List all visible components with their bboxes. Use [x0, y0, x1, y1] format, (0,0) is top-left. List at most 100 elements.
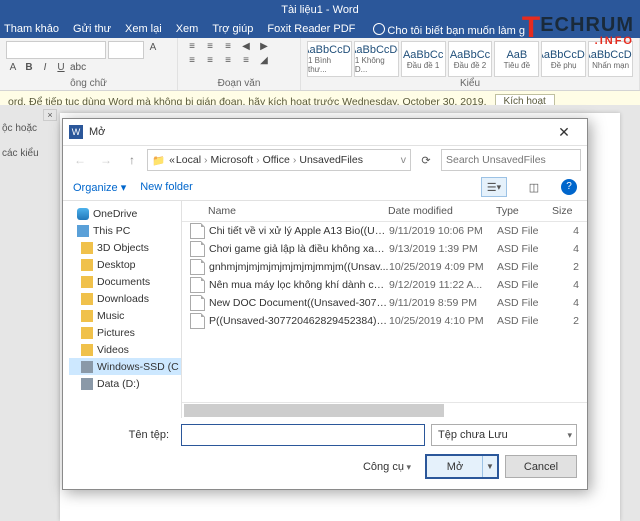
strikethrough-button[interactable]: abc	[70, 61, 84, 75]
style-2[interactable]: AaBbCcĐầu đề 1	[401, 41, 446, 77]
crumb[interactable]: Office	[263, 154, 290, 166]
file-row[interactable]: P((Unsaved-307720462829452384)).asd10/25…	[182, 312, 587, 330]
filename-input[interactable]	[181, 424, 425, 446]
italic-button[interactable]: I	[38, 61, 52, 75]
dialog-toolbar: Organize ▾ New folder ☰▾ ◫ ?	[63, 174, 587, 200]
style-0[interactable]: AaBbCcDd1 Bình thư...	[307, 41, 352, 77]
styles-group-label: Kiểu	[307, 77, 633, 90]
font-group-label: ông chữ	[6, 77, 171, 90]
dialog-title: Mở	[89, 126, 105, 138]
folder-icon: 📁	[152, 154, 165, 167]
justify-button[interactable]: ≡	[238, 55, 254, 69]
address-bar-row: ← → ↑ 📁 « Local› Microsoft› Office› Unsa…	[63, 146, 587, 174]
horizontal-scrollbar[interactable]	[182, 402, 587, 418]
tree-item[interactable]: Videos	[69, 341, 181, 358]
tab-foxit[interactable]: Foxit Reader PDF	[267, 23, 355, 35]
word-icon: W	[69, 125, 83, 139]
font-size-combo[interactable]	[108, 41, 144, 59]
align-right-button[interactable]: ≡	[220, 55, 236, 69]
tree-item[interactable]: Desktop	[69, 256, 181, 273]
pane-close-button[interactable]: ×	[43, 109, 57, 121]
tree-item[interactable]: Downloads	[69, 290, 181, 307]
crumb[interactable]: UnsavedFiles	[299, 154, 363, 166]
file-row[interactable]: New DOC Document((Unsaved-3076323...9/11…	[182, 294, 587, 312]
column-type[interactable]: Type	[496, 205, 552, 217]
filename-label: Tên tệp:	[73, 429, 175, 441]
underline-button[interactable]: U	[54, 61, 68, 75]
refresh-button[interactable]: ⟳	[415, 154, 437, 167]
dropdown-icon[interactable]: v	[401, 154, 406, 166]
cancel-button[interactable]: Cancel	[505, 455, 577, 478]
style-3[interactable]: AaBbCcĐầu đề 2	[448, 41, 493, 77]
file-row[interactable]: Nên mua máy lọc không khí dành cho%2...9…	[182, 276, 587, 294]
tree-item[interactable]: OneDrive	[69, 205, 181, 222]
bullets-button[interactable]: ≡	[184, 41, 200, 55]
shading-button[interactable]: ◢	[256, 55, 272, 69]
up-button[interactable]: ↑	[121, 150, 143, 170]
dialog-close-button[interactable]: ✕	[547, 124, 581, 141]
drive-icon	[81, 259, 93, 271]
tell-me[interactable]: Cho tôi biết bạn muốn làm g	[369, 22, 525, 37]
tab-review[interactable]: Xem lại	[125, 23, 162, 35]
align-left-button[interactable]: ≡	[184, 55, 200, 69]
tab-view[interactable]: Xem	[176, 23, 199, 35]
folder-tree[interactable]: OneDriveThis PC3D ObjectsDesktopDocument…	[63, 201, 181, 418]
drive-icon	[81, 378, 93, 390]
column-name[interactable]: Name	[208, 205, 388, 217]
drive-icon	[81, 327, 93, 339]
column-headers[interactable]: Name Date modified Type Size	[182, 201, 587, 222]
file-row[interactable]: Chi tiết về vi xử lý Apple A13 Bio((Unsa…	[182, 222, 587, 240]
multilevel-button[interactable]: ≡	[220, 41, 236, 55]
forward-button[interactable]: →	[95, 150, 117, 170]
back-button[interactable]: ←	[69, 150, 91, 170]
file-row[interactable]: gnhmjmjmjmjmjmjmjmjmmjm((Unsav...10/25/2…	[182, 258, 587, 276]
drive-icon	[77, 208, 89, 220]
help-button[interactable]: ?	[561, 179, 577, 195]
open-button[interactable]: Mở▼	[425, 454, 499, 479]
tab-references[interactable]: Tham khảo	[4, 23, 59, 35]
lightbulb-icon	[373, 23, 385, 35]
search-input[interactable]	[441, 149, 581, 171]
tree-item[interactable]: Music	[69, 307, 181, 324]
new-folder-button[interactable]: New folder	[140, 181, 193, 193]
tree-item[interactable]: 3D Objects	[69, 239, 181, 256]
bold-button[interactable]: B	[22, 61, 36, 75]
organize-button[interactable]: Organize ▾	[73, 181, 126, 194]
column-size[interactable]: Size	[552, 205, 587, 217]
tree-item[interactable]: Documents	[69, 273, 181, 290]
tree-item[interactable]: Windows-SSD (C	[69, 358, 181, 375]
align-center-button[interactable]: ≡	[202, 55, 218, 69]
pane-text-1: ộc hoặc	[2, 123, 57, 134]
open-dropdown-icon[interactable]: ▼	[482, 456, 497, 477]
document-icon	[190, 223, 205, 239]
crumb[interactable]: Microsoft	[211, 154, 254, 166]
tree-item[interactable]: This PC	[69, 222, 181, 239]
numbering-button[interactable]: ≡	[202, 41, 218, 55]
font-group: A A B I U abc ông chữ	[0, 38, 178, 90]
drive-icon	[81, 293, 93, 305]
column-date[interactable]: Date modified	[388, 205, 496, 217]
decrease-font-button[interactable]: A	[6, 61, 20, 75]
tab-help[interactable]: Trợ giúp	[212, 23, 253, 35]
decrease-indent-button[interactable]: ◀	[238, 41, 254, 55]
tab-mailings[interactable]: Gửi thư	[73, 23, 111, 35]
preview-pane-button[interactable]: ◫	[521, 177, 547, 197]
font-name-combo[interactable]	[6, 41, 106, 59]
scrollbar-thumb[interactable]	[184, 404, 444, 417]
drive-icon	[81, 276, 93, 288]
tree-item[interactable]: Data (D:)	[69, 375, 181, 392]
file-type-combo[interactable]: Tệp chưa Lưu	[431, 424, 577, 446]
increase-font-button[interactable]: A	[146, 41, 160, 55]
drive-icon	[81, 242, 93, 254]
pane-text-2: các kiểu	[2, 148, 57, 159]
tree-item[interactable]: Pictures	[69, 324, 181, 341]
breadcrumb[interactable]: 📁 « Local› Microsoft› Office› UnsavedFil…	[147, 149, 411, 171]
file-row[interactable]: Chơi game giả lập là điều không xa%2((..…	[182, 240, 587, 258]
increase-indent-button[interactable]: ▶	[256, 41, 272, 55]
dialog-bottom: Tên tệp: Tệp chưa Lưu Công cụ Mở▼ Cancel	[63, 418, 587, 489]
dialog-titlebar: W Mở ✕	[63, 119, 587, 146]
view-details-button[interactable]: ☰▾	[481, 177, 507, 197]
style-1[interactable]: AaBbCcDd1 Không D...	[354, 41, 399, 77]
crumb[interactable]: Local	[176, 154, 201, 166]
tools-button[interactable]: Công cụ	[363, 461, 411, 473]
